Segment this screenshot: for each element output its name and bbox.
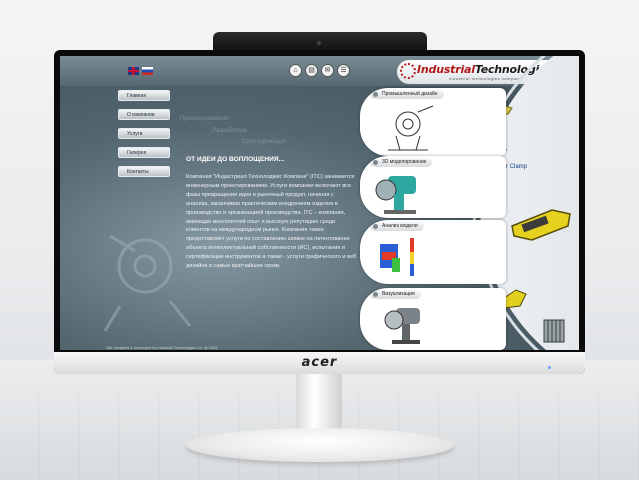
- mail-icon[interactable]: ✉: [321, 64, 334, 77]
- content-heading: ОТ ИДЕИ ДО ВОПЛОЩЕНИЯ...: [186, 156, 285, 163]
- faded-machine-illustration: [103, 234, 192, 332]
- service-card-visualization[interactable]: Визуализация: [360, 288, 506, 350]
- service-card-3d-modeling[interactable]: 3D моделирование: [360, 156, 506, 218]
- sketch-machine-image: [388, 105, 434, 151]
- gallery-thumb-radiator[interactable]: [540, 316, 568, 346]
- russia-flag-icon[interactable]: [142, 67, 153, 75]
- main-content: ОТ ИДЕИ ДО ВОПЛОЩЕНИЯ... Компания "Индас…: [186, 156, 358, 271]
- ghost-word-development: Разработка: [212, 128, 247, 134]
- nav-item-gallery[interactable]: Галерея: [118, 147, 170, 158]
- power-led-icon: [548, 366, 551, 369]
- sitemap-icon[interactable]: ☰: [337, 64, 350, 77]
- ghost-word-design: Проектирование: [180, 116, 229, 122]
- uk-flag-icon[interactable]: [128, 67, 139, 75]
- monitor-brand-logo: acer: [301, 355, 338, 370]
- 3d-model-image: [375, 176, 416, 214]
- nav-item-services[interactable]: Услуги: [118, 128, 170, 139]
- monitor-stand-neck: [296, 374, 342, 436]
- nav-item-about[interactable]: О компании: [118, 109, 170, 120]
- nav-item-home[interactable]: Главная: [118, 90, 170, 101]
- service-card-model-analysis[interactable]: Анализ модели: [360, 220, 506, 284]
- service-tab-visualization: Визуализация: [370, 290, 421, 299]
- visualization-image: [384, 308, 420, 344]
- service-card-industrial-design[interactable]: Промышленный дизайн: [360, 88, 506, 156]
- content-body: Компания "Индастриал Технолоджис Компани…: [186, 174, 357, 270]
- service-tab-3d-modeling: 3D моделирование: [370, 158, 433, 167]
- analysis-model-image: [380, 238, 414, 276]
- monitor-chin: acer: [54, 352, 585, 374]
- ghost-word-certification: Сертификация: [242, 139, 286, 145]
- home-icon[interactable]: ⌂: [289, 64, 302, 77]
- nav-item-contacts[interactable]: Контакты: [118, 166, 170, 177]
- service-tab-industrial-design: Промышленный дизайн: [370, 90, 444, 99]
- gallery-thumb-power-bar-clamp[interactable]: [508, 196, 576, 244]
- main-nav: Главная О компании Услуги Галерея Контак…: [118, 90, 172, 185]
- site-footer: Site designed & developed by Industrial …: [106, 346, 218, 350]
- header-icon-bar: ⌂ ▤ ✉ ☰: [289, 64, 350, 77]
- website-screen: ⌂ ▤ ✉ ☰ IndustrialTechnologiesCo industr…: [60, 56, 579, 350]
- print-icon[interactable]: ▤: [305, 64, 318, 77]
- service-tab-model-analysis: Анализ модели: [370, 222, 424, 231]
- webcam-icon: [317, 41, 321, 45]
- monitor-stand-base: [186, 428, 454, 462]
- language-switcher: [128, 67, 153, 75]
